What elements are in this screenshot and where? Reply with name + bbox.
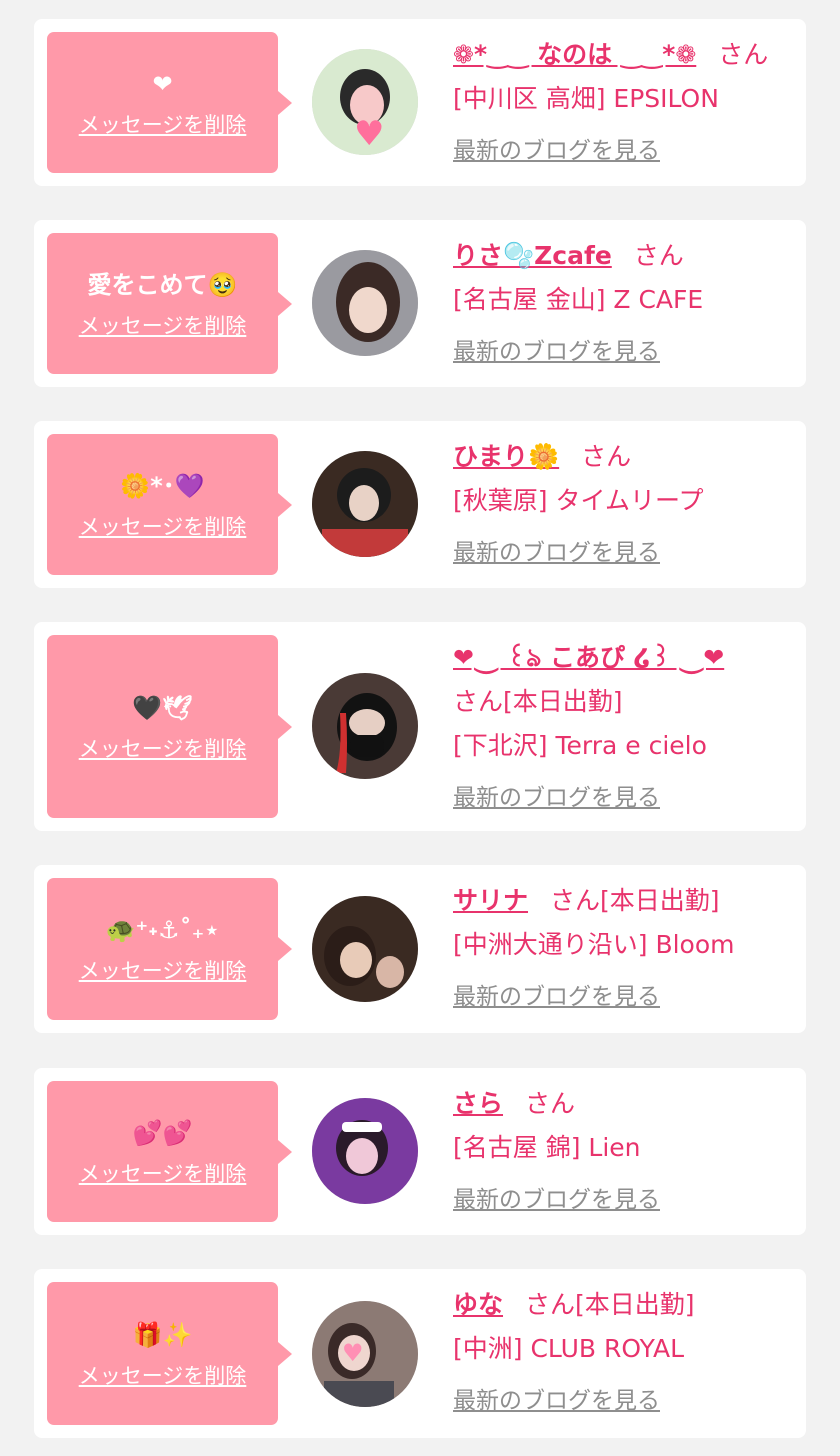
honorific-label: さん — [718, 40, 769, 69]
shop-label: [名古屋 金山] Z CAFE — [453, 285, 704, 314]
shop-label: [中洲] CLUB ROYAL — [453, 1334, 685, 1363]
latest-blog-link[interactable]: 最新のブログを見る — [453, 330, 660, 374]
latest-blog-link[interactable]: 最新のブログを見る — [453, 1379, 660, 1423]
profile-info: ❁*‿‿ なのは ‿‿*❁ さん [中川区 高畑] EPSILON 最新のブログを… — [453, 33, 792, 173]
delete-message-button[interactable]: メッセージを削除 — [79, 109, 247, 139]
message-text: ❤ — [152, 69, 173, 98]
avatar-photo — [312, 250, 418, 356]
message-bubble: 🌼*･💜 メッセージを削除 — [47, 434, 292, 575]
delete-message-button[interactable]: メッセージを削除 — [79, 955, 247, 985]
profile-info: さら さん [名古屋 錦] Lien 最新のブログを見る — [453, 1082, 792, 1222]
girl-name-link[interactable]: りさ🫧Zcafe — [453, 241, 612, 270]
list-item: 🎁✨ メッセージを削除 ♥ ゆな さん[本日出勤] [中洲] CLUB ROYAL… — [34, 1269, 806, 1438]
message-bubble: 🖤🕊 メッセージを削除 — [47, 635, 292, 818]
latest-blog-link[interactable]: 最新のブログを見る — [453, 975, 660, 1019]
delete-message-button[interactable]: メッセージを削除 — [79, 310, 247, 340]
girl-name-link[interactable]: ゆな — [453, 1290, 503, 1319]
avatar[interactable] — [312, 896, 418, 1002]
girl-name-link[interactable]: さら — [453, 1089, 503, 1118]
shop-label: [中川区 高畑] EPSILON — [453, 84, 719, 113]
delete-message-button[interactable]: メッセージを削除 — [79, 1360, 247, 1390]
message-text: 🖤🕊 — [132, 693, 193, 722]
avatar-photo — [312, 896, 418, 1002]
avatar[interactable] — [312, 673, 418, 779]
avatar-photo — [312, 673, 418, 779]
message-bubble: ❤ メッセージを削除 — [47, 32, 292, 173]
profile-info: ひまり🌼 さん [秋葉原] タイムリープ 最新のブログを見る — [453, 435, 792, 575]
latest-blog-link[interactable]: 最新のブログを見る — [453, 129, 660, 173]
latest-blog-link[interactable]: 最新のブログを見る — [453, 531, 660, 575]
latest-blog-link[interactable]: 最新のブログを見る — [453, 776, 660, 820]
list-item: 愛をこめて🥹 メッセージを削除 りさ🫧Zcafe さん [名古屋 金山] Z CA… — [34, 220, 806, 387]
honorific-label: さん — [453, 687, 504, 716]
message-bubble: 🎁✨ メッセージを削除 — [47, 1282, 292, 1425]
attendance-badge: [本日出勤] — [503, 687, 623, 716]
message-bubble: 愛をこめて🥹 メッセージを削除 — [47, 233, 292, 374]
honorific-label: さん — [525, 1089, 576, 1118]
delete-message-button[interactable]: メッセージを削除 — [79, 733, 247, 763]
avatar[interactable]: ♥ — [312, 49, 418, 155]
delete-message-button[interactable]: メッセージを削除 — [79, 1158, 247, 1188]
list-item: 🖤🕊 メッセージを削除 ❤︎⏝ ꒰ঌ こあぴ ໒꒱ ⏝❤︎ さん[本日出勤] [… — [34, 622, 806, 831]
message-list: ❤ メッセージを削除 ♥ ❁*‿‿ なのは ‿‿*❁ さん [中川区 高畑] EP… — [0, 0, 840, 1456]
avatar[interactable] — [312, 250, 418, 356]
shop-label: [中洲大通り沿い] Bloom — [453, 930, 735, 959]
avatar-photo — [312, 451, 418, 557]
message-text: 💕💕 — [132, 1118, 193, 1147]
delete-message-button[interactable]: メッセージを削除 — [79, 511, 247, 541]
message-bubble: 💕💕 メッセージを削除 — [47, 1081, 292, 1222]
girl-name-link[interactable]: ❤︎⏝ ꒰ঌ こあぴ ໒꒱ ⏝❤︎ — [453, 643, 724, 672]
honorific-label: さん — [550, 886, 601, 915]
avatar[interactable]: ♥ — [312, 1301, 418, 1407]
list-item: ❤ メッセージを削除 ♥ ❁*‿‿ なのは ‿‿*❁ さん [中川区 高畑] EP… — [34, 19, 806, 186]
profile-info: ❤︎⏝ ꒰ঌ こあぴ ໒꒱ ⏝❤︎ さん[本日出勤] [下北沢] Terra e… — [453, 636, 792, 820]
shop-label: [下北沢] Terra e cielo — [453, 731, 707, 760]
svg-text:♥: ♥ — [342, 1339, 364, 1367]
honorific-label: さん — [581, 442, 632, 471]
avatar[interactable] — [312, 451, 418, 557]
message-text: 🌼*･💜 — [120, 471, 205, 500]
message-bubble: 🐢⁺˖⚓︎˚₊⋆ メッセージを削除 — [47, 878, 292, 1020]
girl-name-link[interactable]: サリナ — [453, 886, 528, 915]
profile-info: りさ🫧Zcafe さん [名古屋 金山] Z CAFE 最新のブログを見る — [453, 234, 792, 374]
attendance-badge: [本日出勤] — [600, 886, 720, 915]
svg-text:♥: ♥ — [354, 114, 384, 154]
avatar-photo — [312, 1098, 418, 1204]
avatar-photo: ♥ — [312, 49, 418, 155]
girl-name-link[interactable]: ひまり🌼 — [453, 442, 559, 471]
shop-label: [名古屋 錦] Lien — [453, 1133, 641, 1162]
message-text: 愛をこめて🥹 — [87, 270, 238, 299]
shop-label: [秋葉原] タイムリープ — [453, 486, 704, 515]
list-item: 💕💕 メッセージを削除 さら さん [名古屋 錦] Lien 最新のブログを見る — [34, 1068, 806, 1235]
honorific-label: さん — [633, 241, 684, 270]
message-text: 🎁✨ — [132, 1320, 193, 1349]
attendance-badge: [本日出勤] — [575, 1290, 695, 1319]
list-item: 🐢⁺˖⚓︎˚₊⋆ メッセージを削除 サリナ さん[本日出勤] [中洲大通り沿い] … — [34, 865, 806, 1033]
honorific-label: さん — [525, 1290, 576, 1319]
avatar-photo: ♥ — [312, 1301, 418, 1407]
profile-info: サリナ さん[本日出勤] [中洲大通り沿い] Bloom 最新のブログを見る — [453, 879, 792, 1019]
girl-name-link[interactable]: ❁*‿‿ なのは ‿‿*❁ — [453, 40, 696, 69]
message-text: 🐢⁺˖⚓︎˚₊⋆ — [105, 916, 220, 944]
profile-info: ゆな さん[本日出勤] [中洲] CLUB ROYAL 最新のブログを見る — [453, 1283, 792, 1423]
avatar[interactable] — [312, 1098, 418, 1204]
list-item: 🌼*･💜 メッセージを削除 ひまり🌼 さん [秋葉原] タイムリープ 最新のブログ… — [34, 421, 806, 588]
latest-blog-link[interactable]: 最新のブログを見る — [453, 1178, 660, 1222]
